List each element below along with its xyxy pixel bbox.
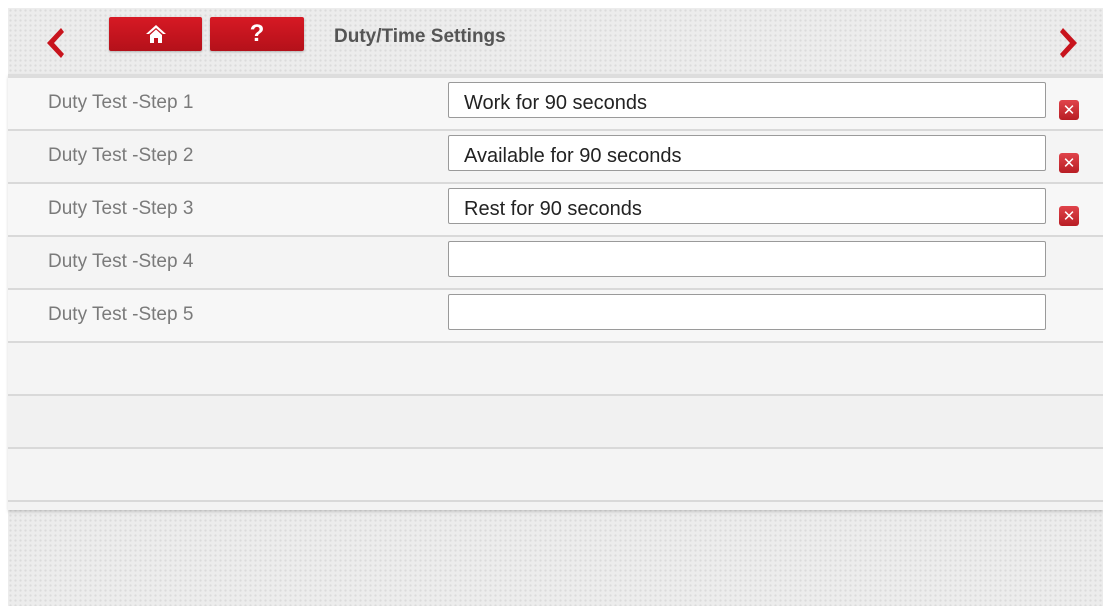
delete-step-button[interactable]: ✕ xyxy=(1059,206,1079,226)
duty-step-input[interactable]: Work for 90 seconds xyxy=(448,82,1046,118)
empty-row xyxy=(8,343,1103,396)
duty-step-row-2: Duty Test -Step 2 Available for 90 secon… xyxy=(8,131,1103,184)
delete-step-button[interactable]: ✕ xyxy=(1059,100,1079,120)
duty-steps-list: Duty Test -Step 1 Work for 90 seconds ✕ … xyxy=(8,74,1103,510)
chevron-left-icon xyxy=(47,28,64,58)
header-bar: ? Duty/Time Settings xyxy=(8,8,1103,74)
duty-step-row-1: Duty Test -Step 1 Work for 90 seconds ✕ xyxy=(8,78,1103,131)
close-icon: ✕ xyxy=(1062,100,1076,119)
home-button[interactable] xyxy=(109,17,202,51)
app-frame: ? Duty/Time Settings Duty Test -Step 1 W… xyxy=(8,8,1103,606)
duty-step-label: Duty Test -Step 5 xyxy=(48,304,194,325)
duty-step-row-3: Duty Test -Step 3 Rest for 90 seconds ✕ xyxy=(8,184,1103,237)
chevron-right-icon xyxy=(1060,28,1077,58)
duty-step-input[interactable] xyxy=(448,294,1046,330)
duty-step-label: Duty Test -Step 2 xyxy=(48,145,194,166)
duty-step-label: Duty Test -Step 1 xyxy=(48,92,194,113)
page-title: Duty/Time Settings xyxy=(334,26,506,47)
home-icon xyxy=(145,25,166,43)
forward-button[interactable] xyxy=(1050,18,1090,68)
delete-step-button[interactable]: ✕ xyxy=(1059,153,1079,173)
duty-step-label: Duty Test -Step 4 xyxy=(48,251,194,272)
duty-step-input[interactable] xyxy=(448,241,1046,277)
duty-step-row-4: Duty Test -Step 4 xyxy=(8,237,1103,290)
duty-step-input[interactable]: Rest for 90 seconds xyxy=(448,188,1046,224)
back-button[interactable] xyxy=(34,18,74,68)
empty-row xyxy=(8,449,1103,502)
help-button-label: ? xyxy=(249,20,265,47)
duty-step-label: Duty Test -Step 3 xyxy=(48,198,194,219)
close-icon: ✕ xyxy=(1062,206,1076,225)
empty-row xyxy=(8,396,1103,449)
duty-step-input[interactable]: Available for 90 seconds xyxy=(448,135,1046,171)
duty-step-row-5: Duty Test -Step 5 xyxy=(8,290,1103,343)
help-button[interactable]: ? xyxy=(210,17,304,51)
close-icon: ✕ xyxy=(1062,153,1076,172)
